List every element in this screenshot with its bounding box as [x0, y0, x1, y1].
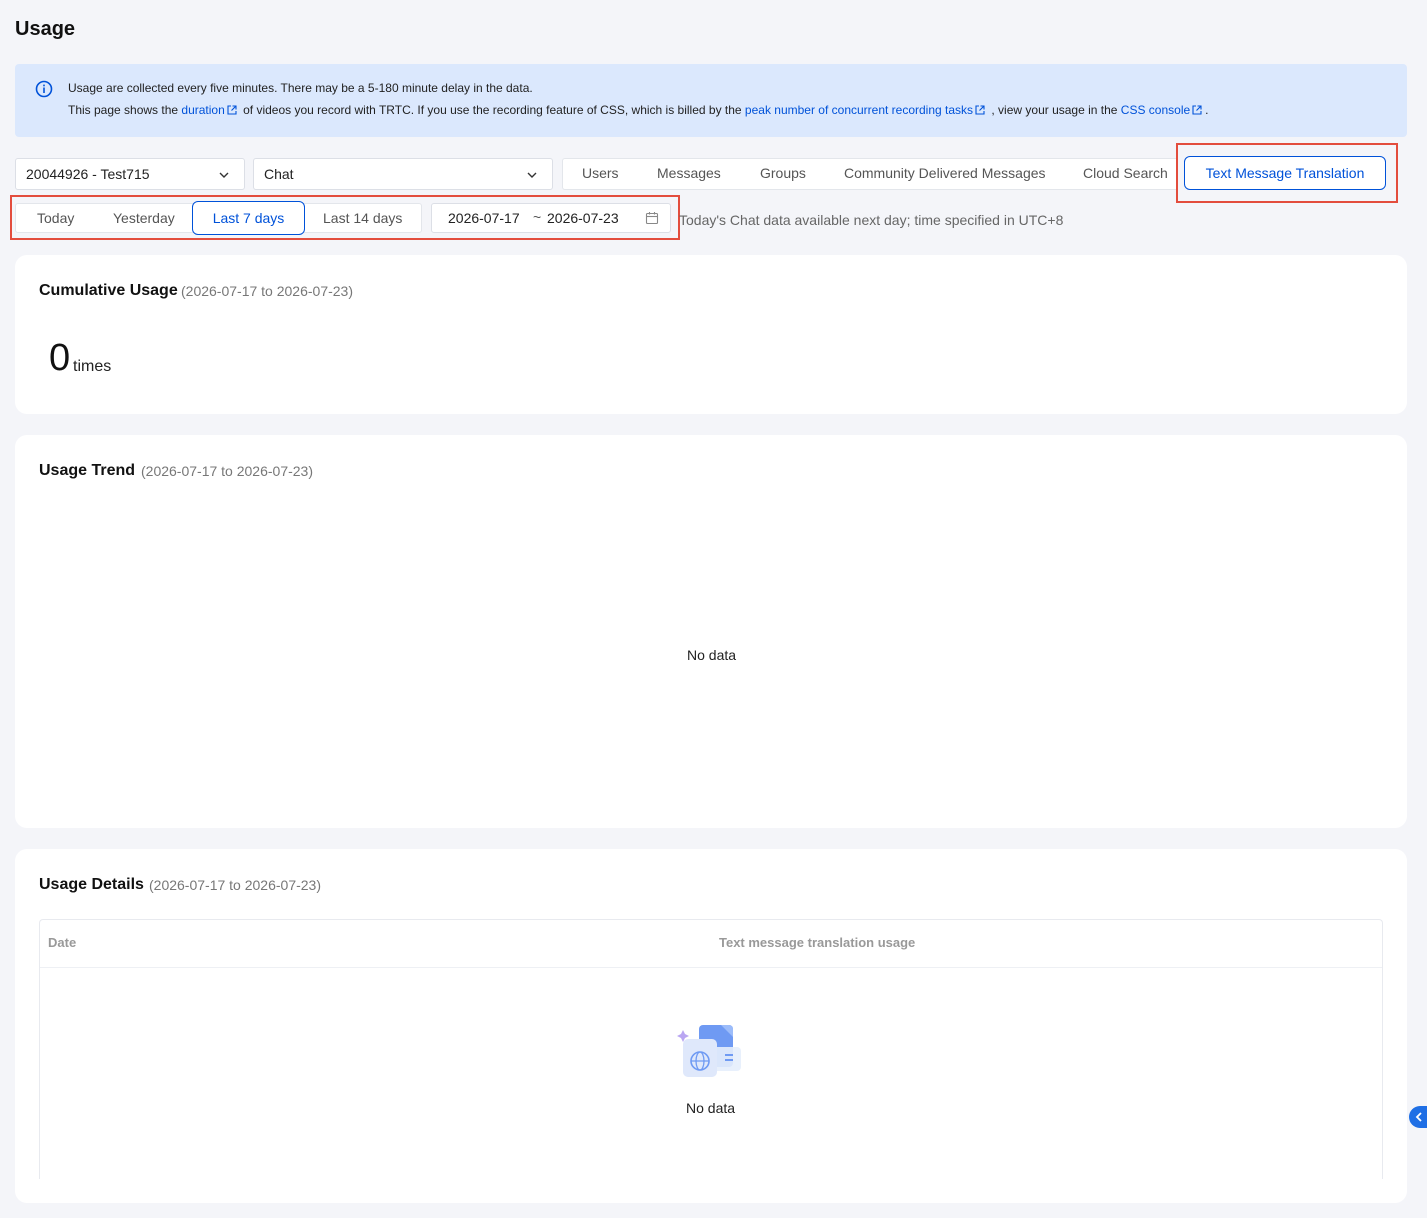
- card-title: Cumulative Usage: [39, 282, 178, 299]
- notice-text: , view your usage in the: [988, 103, 1121, 117]
- card-date-range: (2026-07-17 to 2026-07-23): [141, 463, 314, 479]
- page-title: Usage: [15, 18, 76, 40]
- card-date-range: (2026-07-17 to 2026-07-23): [149, 877, 322, 893]
- app-select[interactable]: 20044926 - Test715: [15, 158, 245, 190]
- css-console-link[interactable]: CSS console: [1121, 103, 1190, 117]
- app-select-value: 20044926 - Test715: [26, 166, 150, 182]
- info-icon: [35, 80, 53, 98]
- notice-text: .: [1205, 103, 1209, 117]
- column-header-date: Date: [48, 935, 77, 950]
- peak-tasks-link[interactable]: peak number of concurrent recording task…: [745, 103, 973, 117]
- highlight-box: [1176, 143, 1398, 203]
- chevron-down-icon: [527, 172, 537, 178]
- chevron-down-icon: [219, 172, 229, 178]
- tab-community-delivered-messages[interactable]: Community Delivered Messages: [844, 165, 1046, 181]
- metric-tabs: Users Messages Groups Community Delivere…: [562, 158, 1176, 190]
- info-notice: Usage are collected every five minutes. …: [15, 64, 1407, 137]
- collapse-sidebar-button[interactable]: [1409, 1106, 1427, 1128]
- empty-state-text: No data: [686, 1100, 736, 1116]
- tab-groups[interactable]: Groups: [760, 165, 806, 181]
- card-title: Usage Trend: [39, 462, 136, 479]
- cumulative-usage-card: Cumulative Usage (2026-07-17 to 2026-07-…: [15, 255, 1407, 414]
- notice-line-2: This page shows the duration of videos y…: [68, 103, 1209, 117]
- product-select-value: Chat: [264, 166, 294, 182]
- table-header: Date Text message translation usage: [40, 920, 1382, 968]
- usage-details-card: Usage Details (2026-07-17 to 2026-07-23)…: [15, 849, 1407, 1203]
- date-hint: Today's Chat data available next day; ti…: [679, 212, 1064, 228]
- usage-details-table: Date Text message translation usage No d…: [39, 919, 1383, 1179]
- card-date-range: (2026-07-17 to 2026-07-23): [181, 283, 354, 299]
- cumulative-value: 0: [49, 337, 71, 379]
- cumulative-unit: times: [73, 358, 112, 375]
- column-header-translation-usage: Text message translation usage: [719, 935, 916, 950]
- tab-messages[interactable]: Messages: [657, 165, 721, 181]
- external-link-icon[interactable]: [1192, 105, 1202, 115]
- product-select[interactable]: Chat: [253, 158, 553, 190]
- duration-link[interactable]: duration: [181, 103, 224, 117]
- card-title: Usage Details: [39, 876, 144, 893]
- tab-users[interactable]: Users: [582, 165, 619, 181]
- notice-text: of videos you record with TRTC. If you u…: [239, 103, 745, 117]
- external-link-icon[interactable]: [227, 105, 237, 115]
- empty-document-icon: [677, 1025, 741, 1077]
- usage-trend-card: Usage Trend (2026-07-17 to 2026-07-23) N…: [15, 435, 1407, 828]
- notice-line-1: Usage are collected every five minutes. …: [68, 81, 533, 95]
- notice-text: This page shows the: [68, 103, 182, 117]
- highlight-box: [10, 195, 680, 240]
- external-link-icon[interactable]: [975, 105, 985, 115]
- tab-cloud-search[interactable]: Cloud Search: [1083, 165, 1168, 181]
- empty-state-text: No data: [687, 647, 737, 663]
- chevron-left-icon: [1415, 1112, 1422, 1122]
